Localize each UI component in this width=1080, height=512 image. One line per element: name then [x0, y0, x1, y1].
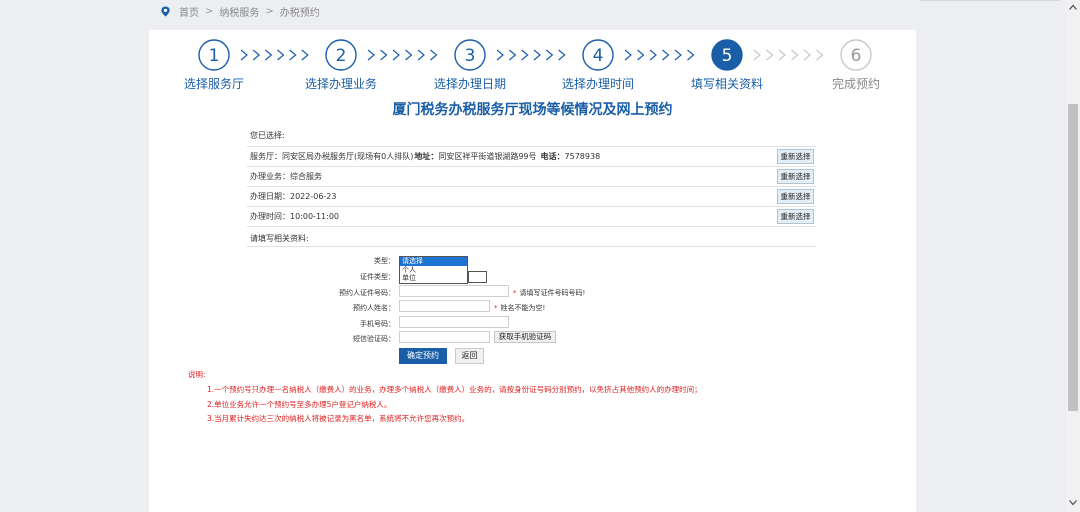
confirm-booking-button[interactable]: 确定预约 [399, 348, 447, 364]
note-item: 3.当月累计失约达三次的纳税人将被记录为黑名单，系统将不允许您再次预约。 [207, 414, 470, 423]
step-label-1: 选择服务厅 [183, 77, 244, 91]
step-number-4: 4 [593, 46, 604, 66]
type-option[interactable]: 单位 [400, 274, 467, 283]
chevron-right-icon [816, 49, 824, 61]
chevron-right-icon [367, 49, 375, 61]
chevron-right-icon [405, 49, 413, 61]
step-label-2: 选择办理业务 [304, 77, 377, 91]
chevron-right-icon [417, 49, 425, 61]
chevron-right-icon [252, 49, 261, 61]
step-label-5: 填写相关资料 [690, 77, 763, 91]
selected-date-row: 办理日期：2022-06-23 重新选择 [247, 186, 816, 206]
scroll-down-icon[interactable] [1066, 495, 1080, 510]
form-heading: 请填写相关资料: [250, 234, 309, 243]
reselect-time-button[interactable]: 重新选择 [777, 209, 814, 224]
note-item: 1.一个预约号只办理一名纳税人（缴费人）的业务，办理多个纳税人（缴费人）业务的，… [207, 385, 702, 394]
chevron-right-icon [533, 49, 541, 61]
divider [247, 226, 816, 227]
name-label: 预约人姓名： [353, 304, 395, 312]
scroll-thumb[interactable] [1068, 104, 1078, 411]
step-indicator: 1 2 3 4 5 6 [198, 39, 872, 71]
step-number-3: 3 [465, 46, 476, 66]
chevron-right-icon [496, 49, 504, 61]
phone-field-label: 手机号码： [360, 320, 395, 328]
chevron-right-icon [240, 49, 248, 61]
chevron-right-icon [545, 49, 554, 61]
chevron-right-icon [637, 49, 645, 61]
business-text: 办理业务：综合服务 [250, 172, 322, 181]
chevron-right-icon [778, 49, 786, 61]
step-label-3: 选择办理日期 [433, 77, 506, 91]
chevron-right-icon [277, 49, 285, 61]
chevron-right-icon [521, 49, 529, 61]
chevron-right-icon [662, 49, 670, 61]
type-option[interactable]: 请选择 [400, 257, 467, 266]
name-input[interactable] [399, 300, 490, 312]
page-title: 厦门税务办税服务厅现场等候情况及网上预约 [392, 102, 673, 118]
time-text: 办理时间：10:00-11:00 [250, 212, 339, 221]
name-hint: * 姓名不能为空! [494, 304, 546, 312]
selected-hall-row: 服务厅：同安区局办税服务厅(现场有0人排队) 地址： 同安区祥平街道银湖路99号… [247, 146, 816, 166]
chevron-right-icon [687, 49, 695, 61]
reselect-business-button[interactable]: 重新选择 [777, 169, 814, 184]
step-number-5: 5 [722, 46, 733, 66]
selected-heading: 您已选择: [250, 131, 285, 140]
step-number-1: 1 [209, 46, 220, 66]
chevron-right-icon [674, 49, 682, 61]
selected-business-row: 办理业务：综合服务 重新选择 [247, 166, 816, 186]
chevron-right-icon [558, 49, 566, 61]
address-label: 地址： [414, 152, 439, 161]
type-label: 类型： [374, 257, 395, 265]
id-number-input[interactable] [399, 285, 509, 297]
address-value: 同安区祥平街道银湖路99号 [438, 152, 537, 161]
type-option[interactable]: 个人 [400, 266, 467, 275]
sms-code-label: 短信验证码： [353, 335, 395, 343]
sms-code-input[interactable] [399, 331, 490, 343]
back-button[interactable]: 返回 [455, 348, 484, 364]
chevron-right-icon [264, 49, 273, 61]
phone-input[interactable] [399, 316, 509, 328]
vertical-scrollbar[interactable] [1066, 0, 1080, 512]
chevron-right-icon [301, 49, 309, 61]
chevron-right-icon [289, 49, 297, 61]
step-number-2: 2 [336, 46, 347, 66]
date-text: 办理日期：2022-06-23 [250, 192, 337, 201]
phone-label: 电话： [540, 152, 565, 161]
step-circles: 1 2 3 4 5 6 [198, 39, 872, 71]
chevron-right-icon [624, 49, 632, 61]
note-item: 2.单位业务允许一个预约号至多办理5户登记户纳税人。 [207, 400, 392, 409]
step-label-6: 完成预约 [831, 77, 880, 91]
chevron-right-icon [803, 49, 811, 61]
type-select[interactable]: 请选择 个人 单位 [399, 256, 468, 284]
get-sms-code-button[interactable]: 获取手机验证码 [494, 331, 556, 343]
step-label-4: 选择办理时间 [561, 77, 634, 91]
hall-text: 服务厅：同安区局办税服务厅(现场有0人排队) [250, 152, 414, 161]
id-number-hint: * 请填写证件号码号码! [513, 289, 586, 297]
reselect-hall-button[interactable]: 重新选择 [777, 149, 814, 164]
step-number-6: 6 [851, 46, 862, 66]
phone-value: 7578938 [564, 152, 601, 161]
chevron-right-icon [753, 49, 761, 61]
divider [247, 246, 816, 247]
scroll-up-icon[interactable] [1066, 0, 1080, 15]
chevron-right-icon [380, 49, 388, 61]
id-type-label: 证件类型： [360, 273, 395, 281]
id-number-label: 预约人证件号码： [339, 289, 395, 297]
chevron-right-icon [766, 49, 774, 61]
notes-heading: 说明: [188, 370, 206, 379]
chevron-right-icon [392, 49, 400, 61]
reselect-date-button[interactable]: 重新选择 [777, 189, 814, 204]
chevron-right-icon [649, 49, 657, 61]
chevron-right-icon [791, 49, 799, 61]
chevron-right-icon [508, 49, 517, 61]
chevron-right-icon [430, 49, 438, 61]
selected-time-row: 办理时间：10:00-11:00 重新选择 [247, 206, 816, 226]
id-type-select[interactable] [468, 271, 487, 283]
